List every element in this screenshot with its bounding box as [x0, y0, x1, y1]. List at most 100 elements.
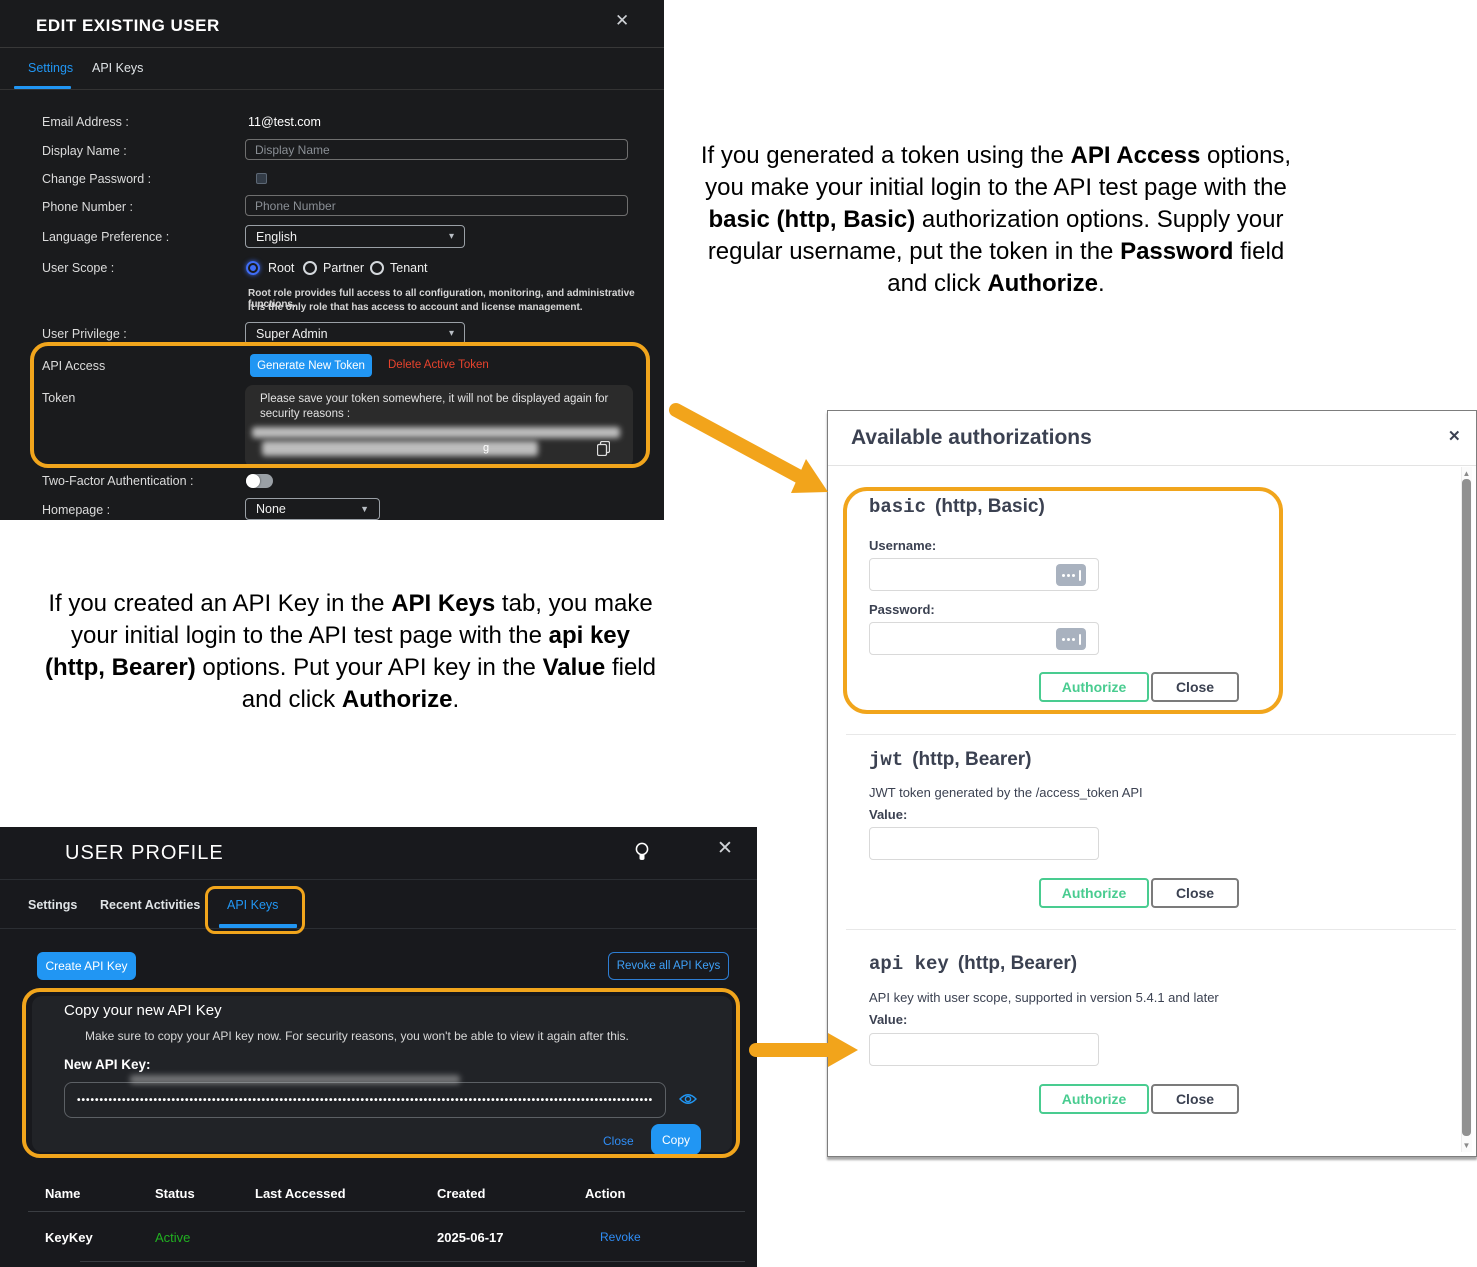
active-tab-underline — [14, 86, 71, 89]
user-scope-label: User Scope : — [42, 261, 114, 275]
close-icon[interactable]: ✕ — [717, 837, 733, 860]
radio-partner-label: Partner — [323, 261, 364, 275]
note-token-basic-auth: If you generated a token using the API A… — [690, 140, 1302, 300]
phone-label: Phone Number : — [42, 200, 133, 214]
value-label: Value: — [869, 807, 907, 822]
col-action: Action — [585, 1186, 625, 1201]
api-key-redaction-smudge — [130, 1075, 460, 1084]
create-api-key-button[interactable]: Create API Key — [37, 952, 136, 980]
jwt-value-input[interactable] — [869, 827, 1099, 860]
phone-input[interactable] — [245, 195, 628, 216]
available-authorizations-dialog: Available authorizations ✕ basic(http, B… — [827, 410, 1477, 1157]
profile-dialog-header: USER PROFILE ✕ — [0, 827, 757, 880]
change-password-checkbox[interactable] — [256, 173, 267, 184]
arrow-token-to-auth — [676, 410, 828, 493]
cell-created: 2025-06-17 — [437, 1230, 504, 1245]
language-value: English — [256, 230, 297, 244]
auth-section-apikey-title: api key(http, Bearer) — [869, 953, 1077, 975]
scroll-down-icon[interactable]: ▼ — [1461, 1141, 1472, 1150]
new-api-key-input[interactable] — [64, 1082, 666, 1118]
table-row-divider — [80, 1261, 745, 1262]
tab-settings[interactable]: Settings — [28, 61, 73, 75]
copy-api-key-panel: Copy your new API Key Make sure to copy … — [32, 996, 732, 1152]
api-access-label: API Access — [42, 359, 105, 373]
section-divider — [846, 734, 1456, 735]
radio-tenant[interactable] — [370, 261, 384, 275]
lightbulb-icon[interactable] — [633, 841, 651, 865]
radio-root[interactable] — [246, 261, 260, 275]
copy-panel-close-link[interactable]: Close — [603, 1134, 634, 1148]
change-password-label: Change Password : — [42, 172, 151, 186]
authorize-button[interactable]: Authorize — [1039, 672, 1149, 702]
copy-button[interactable]: Copy — [651, 1124, 701, 1155]
close-button[interactable]: Close — [1151, 672, 1239, 702]
username-label: Username: — [869, 538, 936, 553]
auth-section-jwt-title: jwt(http, Bearer) — [869, 749, 1032, 771]
radio-root-label: Root — [268, 261, 294, 275]
section-divider — [846, 929, 1456, 930]
edit-tab-bar: Settings API Keys — [0, 48, 664, 90]
revoke-all-api-keys-button[interactable]: Revoke all API Keys — [608, 952, 729, 980]
token-redacted-line2 — [262, 441, 538, 456]
table-header-divider — [28, 1211, 745, 1212]
edit-user-dialog: EDIT EXISTING USER ✕ Settings API Keys E… — [0, 0, 664, 520]
token-visible-char: g — [483, 442, 489, 454]
language-label: Language Preference : — [42, 230, 169, 244]
auth-dialog-header: Available authorizations ✕ — [828, 411, 1476, 466]
token-label: Token — [42, 391, 75, 405]
scrollbar-thumb[interactable] — [1462, 479, 1471, 1136]
profile-dialog-title: USER PROFILE — [65, 842, 224, 865]
token-notice: Please save your token somewhere, it wil… — [260, 392, 612, 422]
close-button[interactable]: Close — [1151, 1084, 1239, 1114]
col-status: Status — [155, 1186, 195, 1201]
col-name: Name — [45, 1186, 80, 1201]
homepage-select[interactable]: None ▼ — [245, 498, 380, 520]
cell-name: KeyKey — [45, 1230, 93, 1245]
credentials-autofill-icon[interactable] — [1056, 628, 1086, 650]
scroll-up-icon[interactable]: ▲ — [1461, 469, 1472, 478]
close-icon[interactable]: ✕ — [1448, 427, 1461, 445]
scheme-name: jwt — [869, 749, 903, 771]
revoke-link[interactable]: Revoke — [600, 1230, 641, 1244]
scheme-description: JWT token generated by the /access_token… — [869, 785, 1143, 800]
token-redacted-line1 — [252, 427, 620, 438]
tab-api-keys[interactable]: API Keys — [227, 898, 278, 912]
authorize-button[interactable]: Authorize — [1039, 1084, 1149, 1114]
close-button[interactable]: Close — [1151, 878, 1239, 908]
auth-section-basic-title: basic(http, Basic) — [869, 496, 1045, 518]
page-canvas: EDIT EXISTING USER ✕ Settings API Keys E… — [0, 0, 1477, 1267]
scheme-type: (http, Bearer) — [958, 953, 1077, 974]
email-label: Email Address : — [42, 115, 129, 129]
close-icon[interactable]: ✕ — [615, 11, 629, 31]
value-label: Value: — [869, 1012, 907, 1027]
radio-tenant-label: Tenant — [390, 261, 428, 275]
copy-panel-title: Copy your new API Key — [64, 1002, 222, 1019]
tab-settings[interactable]: Settings — [28, 898, 77, 912]
display-name-input[interactable] — [245, 139, 628, 160]
tab-api-keys[interactable]: API Keys — [92, 61, 143, 75]
cell-status: Active — [155, 1230, 190, 1245]
chevron-down-icon: ▾ — [449, 231, 454, 242]
scheme-name: basic — [869, 496, 926, 518]
language-select[interactable]: English ▾ — [245, 225, 465, 248]
col-last-accessed: Last Accessed — [255, 1186, 346, 1201]
active-tab-underline — [219, 924, 297, 928]
delete-active-token-link[interactable]: Delete Active Token — [388, 359, 489, 371]
authorize-button[interactable]: Authorize — [1039, 878, 1149, 908]
user-privilege-value: Super Admin — [256, 327, 328, 341]
two-factor-toggle[interactable] — [246, 474, 273, 488]
two-factor-label: Two-Factor Authentication : — [42, 474, 193, 488]
generate-new-token-button[interactable]: Generate New Token — [250, 354, 372, 377]
edit-dialog-header: EDIT EXISTING USER ✕ — [0, 0, 664, 48]
apikey-value-input[interactable] — [869, 1033, 1099, 1066]
user-privilege-select[interactable]: Super Admin ▾ — [245, 322, 465, 345]
profile-tab-bar: Settings Recent Activities API Keys — [0, 880, 757, 929]
copy-icon[interactable] — [597, 441, 610, 456]
credentials-autofill-icon[interactable] — [1056, 564, 1086, 586]
eye-icon[interactable] — [679, 1092, 697, 1106]
copy-panel-notice: Make sure to copy your API key now. For … — [85, 1029, 629, 1043]
tab-recent-activities[interactable]: Recent Activities — [100, 898, 200, 912]
radio-partner[interactable] — [303, 261, 317, 275]
auth-dialog-title: Available authorizations — [851, 426, 1092, 450]
chevron-down-icon: ▾ — [449, 328, 454, 339]
